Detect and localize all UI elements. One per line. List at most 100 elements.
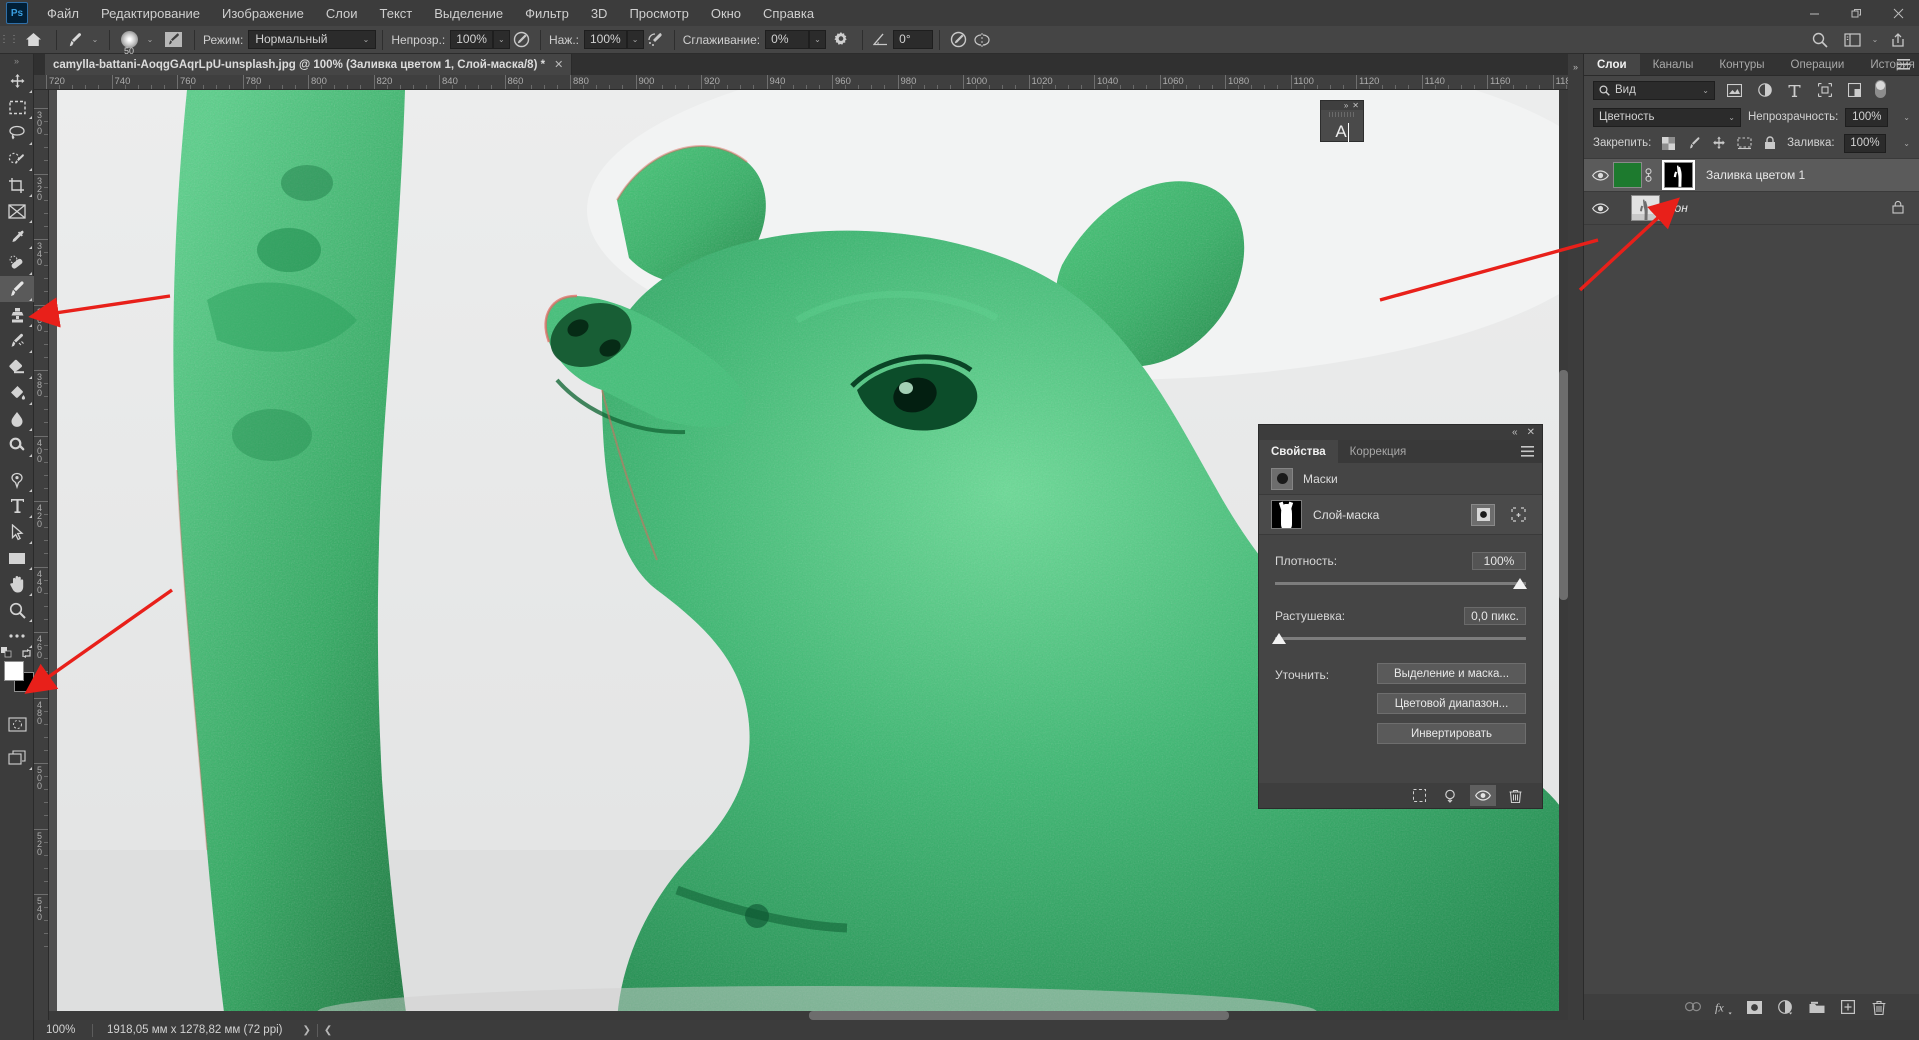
eyedropper-tool[interactable] [0, 224, 34, 250]
pixel-mask-select-icon[interactable] [1471, 504, 1495, 526]
brush-preset-preview[interactable]: 50 [116, 27, 142, 53]
search-icon[interactable] [1803, 29, 1837, 51]
tools-panel-grip[interactable]: » [0, 54, 33, 68]
menu-3d[interactable]: 3D [580, 2, 619, 25]
delete-layer-icon[interactable] [1864, 996, 1893, 1018]
lasso-tool[interactable] [0, 120, 34, 146]
layer-mask-icon[interactable] [1740, 996, 1769, 1018]
canvas-horizontal-scrollbar-track[interactable] [49, 1011, 1568, 1020]
menu-edit[interactable]: Редактирование [90, 2, 211, 25]
tab-paths[interactable]: Контуры [1706, 54, 1777, 75]
new-group-icon[interactable] [1802, 996, 1831, 1018]
text-tool-floating-widget[interactable]: » ✕ A [1320, 100, 1364, 142]
load-selection-icon[interactable] [1406, 785, 1432, 806]
properties-collapse-icon[interactable]: « [1512, 427, 1518, 438]
screen-mode-icon[interactable] [0, 745, 34, 771]
options-bar-grip[interactable]: ⋮⋮ [2, 26, 16, 54]
layer-link-icon[interactable] [1642, 168, 1654, 182]
properties-close-icon[interactable]: ✕ [1527, 427, 1535, 438]
gear-icon[interactable] [826, 29, 856, 51]
type-filter-icon[interactable] [1784, 80, 1805, 100]
symmetry-icon[interactable] [970, 29, 994, 51]
color-range-button[interactable]: Цветовой диапазон... [1377, 693, 1526, 714]
layer-style-icon[interactable]: fx [1709, 996, 1738, 1018]
text-widget-close-icon[interactable]: ✕ [1352, 101, 1359, 110]
canvas-horizontal-scrollbar-thumb[interactable] [809, 1011, 1229, 1020]
layer-opacity-caret[interactable]: ⌄ [1903, 113, 1910, 122]
workspace-caret[interactable]: ⌄ [1867, 29, 1883, 51]
properties-panel-menu-icon[interactable] [1521, 446, 1534, 460]
layer-mask-row[interactable]: Слой-маска [1259, 495, 1542, 535]
pen-tool[interactable] [0, 467, 34, 493]
invert-button[interactable]: Инвертировать [1377, 723, 1526, 744]
layer-thumbnail[interactable] [1613, 162, 1642, 188]
layer-filter-select[interactable]: Вид ⌄ [1593, 81, 1715, 100]
tab-layers[interactable]: Слои [1584, 54, 1640, 75]
tab-channels[interactable]: Каналы [1640, 54, 1707, 75]
zoom-tool[interactable] [0, 597, 34, 623]
minimize-button[interactable] [1793, 0, 1835, 26]
opacity-input[interactable]: 100% [450, 30, 493, 49]
layer-mask-thumbnail[interactable] [1271, 500, 1302, 529]
smart-object-filter-icon[interactable] [1844, 80, 1865, 100]
type-tool[interactable] [0, 493, 34, 519]
smoothing-input[interactable]: 0% [765, 30, 809, 49]
lock-transparency-icon[interactable] [1660, 134, 1676, 152]
menu-view[interactable]: Просмотр [618, 2, 699, 25]
canvas-vertical-scrollbar-thumb[interactable] [1559, 370, 1568, 600]
brush-tool-icon[interactable] [63, 29, 87, 51]
opacity-caret[interactable]: ⌄ [493, 30, 510, 49]
pressure-size-icon[interactable] [946, 29, 970, 51]
text-widget-grip[interactable] [1329, 112, 1355, 117]
lock-artboard-icon[interactable] [1736, 134, 1752, 152]
fill-value[interactable]: 100% [1844, 134, 1887, 153]
edit-toolbar-button[interactable] [0, 623, 34, 649]
toggle-mask-icon[interactable] [1470, 785, 1496, 806]
menu-layer[interactable]: Слои [315, 2, 369, 25]
density-value[interactable]: 100% [1472, 552, 1526, 570]
adjustment-layer-icon[interactable] [1771, 996, 1800, 1018]
zoom-level[interactable]: 100% [34, 1024, 92, 1036]
status-expand-icon[interactable]: ❯ [296, 1025, 316, 1036]
brush-settings-panel-icon[interactable] [158, 29, 188, 51]
layer-visibility-toggle[interactable] [1587, 192, 1613, 225]
delete-mask-icon[interactable] [1502, 785, 1528, 806]
layer-visibility-toggle[interactable] [1587, 159, 1613, 192]
clone-stamp-tool[interactable] [0, 302, 34, 328]
menu-select[interactable]: Выделение [423, 2, 514, 25]
properties-panel-titlebar[interactable]: « ✕ [1259, 425, 1542, 440]
layer-opacity-value[interactable]: 100% [1845, 108, 1888, 127]
tab-properties[interactable]: Свойства [1259, 440, 1338, 463]
blur-tool[interactable] [0, 406, 34, 432]
rectangle-tool[interactable] [0, 545, 34, 571]
menu-type[interactable]: Текст [369, 2, 424, 25]
workspace-icon[interactable] [1837, 29, 1867, 51]
swap-colors-icon[interactable] [21, 648, 32, 662]
vertical-ruler[interactable]: 300320340360380400420440460480500520540 [34, 90, 49, 1020]
airbrush-icon[interactable] [644, 29, 668, 51]
dock-collapse-icon[interactable]: » [1568, 54, 1583, 80]
path-selection-tool[interactable] [0, 519, 34, 545]
home-icon[interactable] [16, 29, 50, 51]
image-filter-icon[interactable] [1724, 80, 1745, 100]
feather-slider-knob[interactable] [1272, 633, 1286, 644]
share-icon[interactable] [1883, 29, 1913, 51]
layer-name[interactable]: Заливка цветом 1 [1706, 168, 1805, 182]
brush-preset-caret[interactable]: ⌄ [142, 29, 158, 51]
brush-tool-caret[interactable]: ⌄ [87, 29, 103, 51]
maximize-button[interactable] [1835, 0, 1877, 26]
document-tab-close-icon[interactable]: ✕ [554, 58, 563, 71]
lock-position-icon[interactable] [1711, 134, 1727, 152]
move-tool[interactable] [0, 68, 34, 94]
layer-name[interactable]: Фон [1665, 201, 1688, 215]
menu-image[interactable]: Изображение [211, 2, 315, 25]
table-row[interactable]: Заливка цветом 1 [1584, 159, 1919, 192]
status-collapse-icon[interactable]: ❮ [318, 1025, 338, 1036]
vector-mask-select-icon[interactable] [1506, 504, 1530, 526]
angle-input[interactable]: 0° [893, 30, 933, 49]
close-button[interactable] [1877, 0, 1919, 26]
flow-input[interactable]: 100% [584, 30, 627, 49]
foreground-color-swatch[interactable] [4, 661, 24, 681]
table-row[interactable]: Фон [1584, 192, 1919, 225]
layer-blend-mode-select[interactable]: Цветность ⌄ [1593, 108, 1741, 127]
